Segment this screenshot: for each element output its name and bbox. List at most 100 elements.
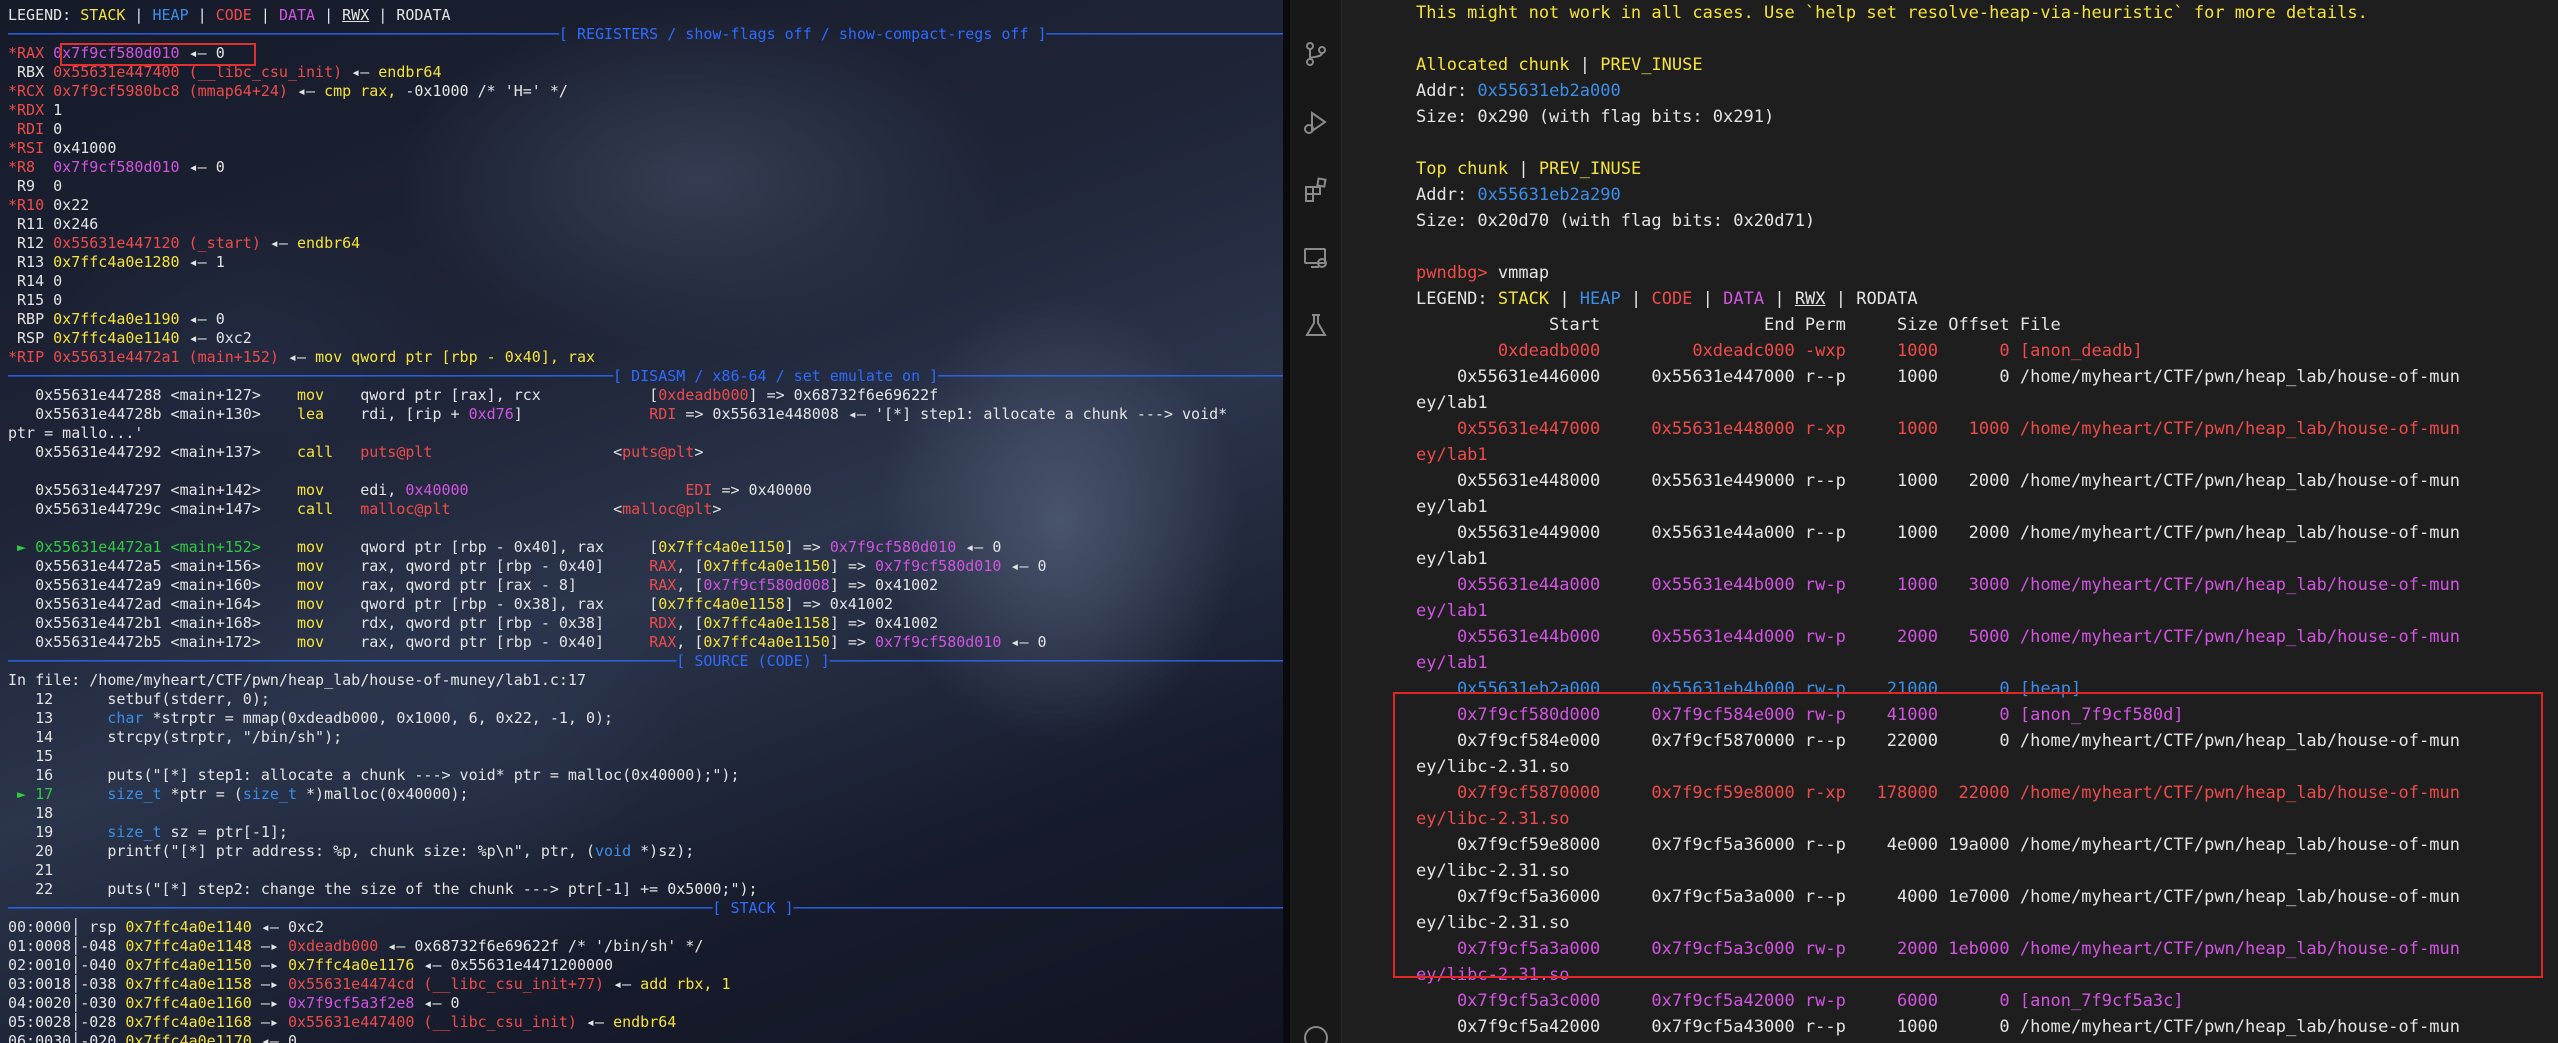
text-segment: Start End Perm Size Offset File bbox=[1416, 315, 2061, 335]
text-segment: add rbx, 1 bbox=[640, 975, 731, 993]
text-segment: puts@plt bbox=[622, 443, 695, 461]
terminal-line: This might not work in all cases. Use `h… bbox=[1416, 0, 2558, 26]
text-segment: call bbox=[296, 500, 361, 518]
text-segment: 0x7ffc4a0e1158 bbox=[125, 975, 252, 993]
extensions-icon[interactable] bbox=[1302, 176, 1330, 204]
text-segment: 0x55631e44729c <main+147> bbox=[8, 500, 297, 518]
source-control-icon[interactable] bbox=[1302, 40, 1330, 68]
terminal-line: 04:0020│-030 0x7ffc4a0e1160 —▸ 0x7f9cf5a… bbox=[8, 994, 1283, 1013]
text-segment: PREV_INUSE bbox=[1538, 159, 1642, 179]
terminal-line: ey/lab1 bbox=[1416, 442, 2558, 468]
text-segment: R9 0 bbox=[8, 177, 63, 195]
right-terminal-pane[interactable]: This might not work in all cases. Use `h… bbox=[1342, 0, 2558, 1043]
text-segment: R15 0 bbox=[8, 291, 63, 309]
terminal-line: 0x55631e446000 0x55631e447000 r--p 1000 … bbox=[1416, 364, 2558, 390]
terminal-line: *R8 0x7f9cf580d010 ◂— 0 bbox=[8, 158, 1283, 177]
legend-sep: | bbox=[251, 6, 279, 24]
terminal-line: 20 printf("[*] ptr address: %p, chunk si… bbox=[8, 842, 1283, 861]
text-segment: RAX bbox=[649, 633, 677, 651]
text-segment: ────────────────────────────────────────… bbox=[8, 899, 1283, 917]
text-segment: 12 setbuf(stderr, 0); bbox=[8, 690, 270, 708]
terminal-line: 0x55631e4472b5 <main+172> mov rax, qword… bbox=[8, 633, 1283, 652]
text-segment: | bbox=[1549, 289, 1580, 309]
terminal-line: 0x55631e44728b <main+130> lea rdi, [rip … bbox=[8, 405, 1283, 424]
text-segment: *ptr = ( bbox=[161, 785, 243, 803]
text-segment: rdx, qword ptr [rbp - 0x38] bbox=[360, 614, 650, 632]
run-debug-icon[interactable] bbox=[1302, 108, 1330, 136]
text-segment: *)malloc(0x40000); bbox=[297, 785, 469, 803]
text-segment: 06:0030│-020 bbox=[8, 1032, 126, 1043]
terminal-line: Size: 0x290 (with flag bits: 0x291) bbox=[1416, 104, 2558, 130]
terminal-line: RBP 0x7ffc4a0e1190 ◂— 0 bbox=[8, 310, 1283, 329]
terminal-line: 0x55631e4472ad <main+164> mov qword ptr … bbox=[8, 595, 1283, 614]
terminal-line: RSP 0x7ffc4a0e1140 ◂— 0xc2 bbox=[8, 329, 1283, 348]
legend-rodata: RODATA bbox=[396, 6, 451, 24]
text-segment: < bbox=[613, 443, 623, 461]
text-segment: 0x55631e447297 <main+142> bbox=[8, 481, 297, 499]
terminal-line: Top chunk | PREV_INUSE bbox=[1416, 156, 2558, 182]
terminal-line: 0x7f9cf5a3c000 0x7f9cf5a42000 rw-p 6000 … bbox=[1416, 988, 2558, 1014]
text-segment: *R8 bbox=[8, 158, 54, 176]
terminal-line: 00:0000│ rsp 0x7ffc4a0e1140 ◂— 0xc2 bbox=[8, 918, 1283, 937]
rax-highlight-box bbox=[60, 43, 256, 66]
text-segment: *)sz); bbox=[631, 842, 695, 860]
text-segment: mov qword ptr [rbp - 0x40], rax bbox=[315, 348, 596, 366]
text-segment: mov bbox=[296, 576, 361, 594]
testing-icon[interactable] bbox=[1302, 312, 1330, 340]
text-segment: 0x7f9cf5a3c000 0x7f9cf5a42000 rw-p 6000 … bbox=[1416, 991, 2184, 1011]
text-segment: RBP bbox=[8, 310, 54, 328]
text-segment: rax, qword ptr [rax - 8] bbox=[360, 576, 650, 594]
text-segment: ◂— bbox=[278, 348, 316, 366]
text-segment: R12 bbox=[8, 234, 54, 252]
legend-sep: | bbox=[125, 6, 153, 24]
terminal-line: pwndbg> vmmap bbox=[1416, 260, 2558, 286]
text-segment: 0x55631e4474cd (__libc_csu_init+77) bbox=[287, 975, 605, 993]
left-terminal-pane[interactable]: LEGEND: STACK | HEAP | CODE | DATA | RWX… bbox=[0, 0, 1283, 1043]
text-segment: —▸ bbox=[251, 994, 288, 1012]
text-segment: 00:0000│ rsp bbox=[8, 918, 126, 936]
text-segment: qword ptr [rbp - 0x40], rax [ bbox=[360, 538, 659, 556]
text-segment: ey/lab1 bbox=[1416, 601, 1488, 621]
text-segment: 19 bbox=[8, 823, 108, 841]
text-segment: ey/lab1 bbox=[1416, 653, 1488, 673]
text-segment: > bbox=[694, 443, 704, 461]
text-segment: RDI bbox=[649, 405, 677, 423]
text-segment: 0x55631e447400 (__libc_csu_init) bbox=[287, 1013, 577, 1031]
text-segment: rax, qword ptr [rbp - 0x40] bbox=[360, 557, 650, 575]
text-segment: *RAX bbox=[8, 44, 54, 62]
text-segment: RWX bbox=[1794, 289, 1826, 309]
text-segment: *R10 bbox=[8, 196, 54, 214]
left-lines: ────────────────────────────────────────… bbox=[8, 25, 1283, 1043]
text-segment: 0x40000 bbox=[405, 481, 686, 499]
text-segment: ◂— 1 bbox=[179, 253, 225, 271]
text-segment: ] => 0x41002 bbox=[829, 576, 939, 594]
text-segment: > bbox=[712, 500, 722, 518]
text-segment: ► 17 bbox=[8, 785, 108, 803]
text-segment: RDX bbox=[649, 614, 677, 632]
accounts-icon[interactable] bbox=[1302, 1024, 1330, 1043]
text-segment: 05:0028│-028 bbox=[8, 1013, 126, 1031]
text-segment: ◂— 0xc2 bbox=[251, 918, 325, 936]
text-segment: char bbox=[107, 709, 144, 727]
text-segment: ey/lab1 bbox=[1416, 445, 1488, 465]
remote-explorer-icon[interactable] bbox=[1302, 244, 1330, 272]
text-segment: 0x55631e4472a9 <main+160> bbox=[8, 576, 297, 594]
terminal-line: ────────────────────────────────────────… bbox=[8, 25, 1283, 44]
terminal-line: Size: 0x20d70 (with flag bits: 0x20d71) bbox=[1416, 208, 2558, 234]
terminal-line: R12 0x55631e447120 (_start) ◂— endbr64 bbox=[8, 234, 1283, 253]
text-segment: ────────────────────────────────────────… bbox=[8, 652, 1283, 670]
terminal-scrollbar[interactable] bbox=[2544, 0, 2554, 1043]
terminal-line: 0x55631e44a000 0x55631e44b000 rw-p 1000 … bbox=[1416, 572, 2558, 598]
terminal-line: ey/lab1 bbox=[1416, 546, 2558, 572]
text-segment: size_t bbox=[107, 823, 162, 841]
terminal-line: 0x55631e44b000 0x55631e44d000 rw-p 2000 … bbox=[1416, 624, 2558, 650]
text-segment: 0x7f9cf5a42000 0x7f9cf5a43000 r--p 1000 … bbox=[1416, 1017, 2460, 1037]
legend-code: CODE bbox=[215, 6, 252, 24]
text-segment: | RODATA bbox=[1825, 289, 1918, 309]
text-segment: 04:0020│-030 bbox=[8, 994, 126, 1012]
text-segment: 0x7ffc4a0e1140 bbox=[53, 329, 180, 347]
text-segment: 0x41000 bbox=[53, 139, 117, 157]
pane-divider[interactable] bbox=[1283, 0, 1290, 1043]
